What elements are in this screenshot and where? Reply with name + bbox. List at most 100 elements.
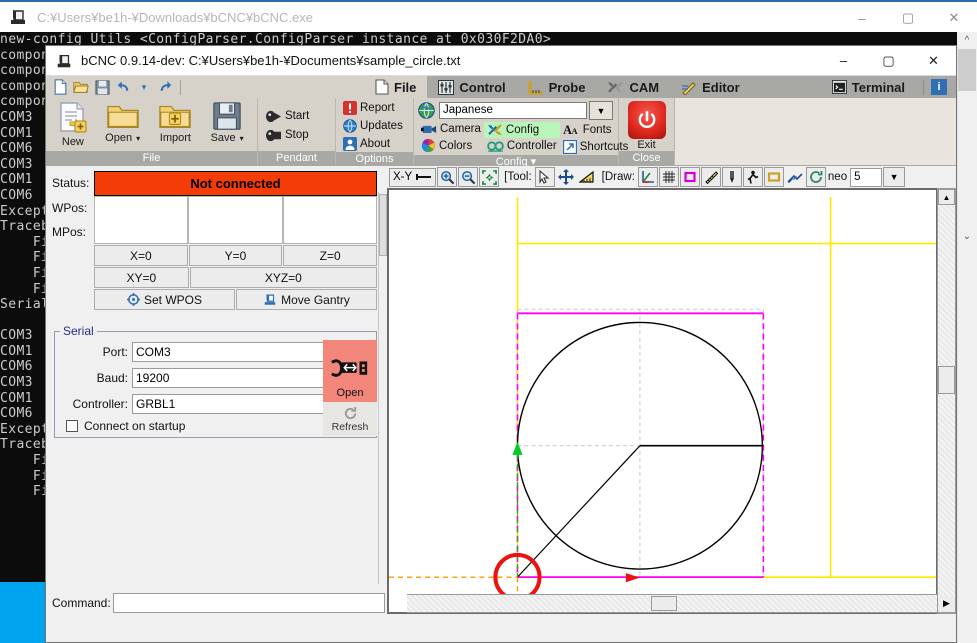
canvas-vscroll-thumb[interactable] [938, 365, 955, 394]
open-button[interactable]: Open ▾ [96, 100, 150, 151]
zero-x-button[interactable]: X=0 [94, 245, 188, 266]
pendant-stop-button[interactable]: Stop [262, 127, 331, 144]
console-scrollbar[interactable]: ^ ⌄ [957, 32, 977, 643]
globe-icon [418, 102, 435, 119]
camera-button[interactable]: Camera [418, 122, 484, 136]
command-input[interactable] [112, 593, 385, 613]
tool-move-button[interactable] [556, 167, 576, 187]
config-label: Config [505, 124, 540, 136]
console-maximize-button[interactable]: ▢ [885, 2, 931, 34]
canvas-scroll-up-button[interactable]: ▲ [938, 189, 955, 205]
camera-label: Camera [440, 123, 481, 135]
updates-button[interactable]: Updates [340, 118, 409, 134]
tab-cam[interactable]: CAM [596, 76, 670, 98]
console-scroll-thumb[interactable] [958, 49, 976, 91]
bcnc-minimize-button[interactable]: – [821, 46, 866, 76]
exit-label: Exit [637, 139, 656, 151]
controller-button[interactable]: Controller [484, 139, 560, 153]
canvas-vertical-scrollbar[interactable]: ▲ ▼ [937, 188, 956, 614]
baud-input[interactable]: 19200 [132, 368, 332, 388]
language-dropdown-button[interactable]: ▼ [589, 101, 613, 120]
left-panel-scrollbar[interactable] [378, 192, 387, 584]
bcnc-maximize-button[interactable]: ▢ [866, 46, 911, 76]
undo-icon[interactable] [113, 77, 133, 97]
report-button[interactable]: Report [340, 100, 409, 116]
draw-margins-button[interactable] [679, 167, 700, 187]
save-button[interactable]: Save ▾ [201, 100, 253, 151]
tool-ruler-button[interactable] [577, 167, 597, 187]
report-label: Report [360, 102, 395, 114]
set-wpos-button[interactable]: Set WPOS [94, 289, 235, 310]
draw-label: [Draw: [601, 171, 635, 183]
tab-label: Terminal [851, 79, 905, 95]
controller-input[interactable]: GRBL1 [132, 394, 332, 414]
tab-label: Control [459, 79, 506, 95]
zero-xyz-button[interactable]: XYZ=0 [189, 267, 377, 288]
controller-label: Controller: [72, 397, 128, 411]
port-input[interactable]: COM3 [132, 342, 332, 362]
exit-button[interactable] [627, 101, 666, 139]
draw-axes-button[interactable] [637, 167, 658, 187]
tab-file[interactable]: File [364, 76, 428, 98]
zoom-in-button[interactable] [437, 167, 458, 187]
ribbon-group-file-body: New Open ▾ Import Save ▾ [46, 98, 257, 151]
about-button[interactable]: About [340, 136, 409, 152]
zoom-fit-button[interactable] [479, 167, 500, 187]
tab-control[interactable]: Control [427, 76, 516, 98]
zoom-out-button[interactable] [458, 167, 479, 187]
gcode-canvas[interactable] [387, 188, 937, 614]
tab-terminal[interactable]: Terminal [821, 76, 916, 98]
console-scroll-up[interactable]: ^ [957, 32, 977, 49]
zero-y-button[interactable]: Y=0 [188, 245, 283, 266]
neo-dropdown-button[interactable]: ▼ [883, 167, 906, 187]
info-button[interactable]: i [931, 79, 947, 95]
colors-button[interactable]: Colors [418, 137, 484, 154]
tool-select-button[interactable] [534, 167, 555, 187]
canvas-hscroll-thumb[interactable] [650, 595, 677, 611]
position-field-y[interactable] [188, 196, 283, 244]
move-gantry-button[interactable]: Move Gantry [236, 289, 377, 310]
save-dropdown-icon[interactable]: ▾ [240, 134, 244, 143]
draw-camera-rotate-button[interactable] [805, 167, 826, 187]
open-dropdown-icon[interactable]: ▾ [136, 134, 140, 143]
language-row: Japanese ▼ [418, 101, 614, 122]
draw-workarea-button[interactable] [763, 167, 784, 187]
zero-z-button[interactable]: Z=0 [283, 245, 378, 266]
open-folder-icon[interactable] [71, 77, 91, 97]
neo-input[interactable]: 5 [850, 167, 883, 187]
new-file-icon[interactable] [50, 77, 70, 97]
serial-refresh-button[interactable]: Refresh [323, 402, 377, 436]
pendant-start-button[interactable]: Start [262, 108, 331, 125]
page-icon [375, 79, 389, 95]
console-minimize-button[interactable]: – [839, 2, 885, 34]
save-disk-icon[interactable] [92, 77, 112, 97]
tab-editor[interactable]: Editor [670, 76, 751, 98]
console-scroll-down[interactable]: ⌄ [957, 228, 977, 245]
undo-dropdown-icon[interactable]: ▾ [134, 77, 154, 97]
view-selector[interactable]: X-Y [389, 167, 437, 187]
draw-endmill-button[interactable] [721, 167, 742, 187]
config-button[interactable]: Config [483, 122, 560, 138]
canvas-vscroll-track[interactable] [938, 205, 955, 597]
new-button[interactable]: New [50, 100, 96, 151]
serial-open-button[interactable]: Open [323, 340, 377, 402]
import-button[interactable]: Import [150, 100, 202, 151]
console-window-buttons: – ▢ ✕ [839, 2, 977, 34]
console-close-button[interactable]: ✕ [931, 2, 977, 34]
bcnc-close-button[interactable]: ✕ [911, 46, 956, 76]
tab-probe[interactable]: Probe [517, 76, 597, 98]
redo-icon[interactable] [155, 77, 175, 97]
exclamation-icon [343, 101, 357, 115]
position-field-z[interactable] [282, 196, 377, 244]
config-col-1: Camera Colors [418, 122, 484, 155]
draw-probe-ruler-button[interactable] [700, 167, 721, 187]
draw-rapid-button[interactable] [742, 167, 763, 187]
position-field-x[interactable] [94, 196, 189, 244]
left-panel-scroll-thumb[interactable] [379, 194, 387, 256]
canvas-hscroll-track[interactable] [407, 593, 937, 613]
draw-grid-button[interactable] [658, 167, 679, 187]
connect-on-startup-checkbox[interactable] [66, 420, 78, 432]
draw-paths-button[interactable] [785, 167, 805, 187]
zero-xy-button[interactable]: XY=0 [94, 267, 189, 288]
language-field[interactable]: Japanese [439, 102, 587, 119]
